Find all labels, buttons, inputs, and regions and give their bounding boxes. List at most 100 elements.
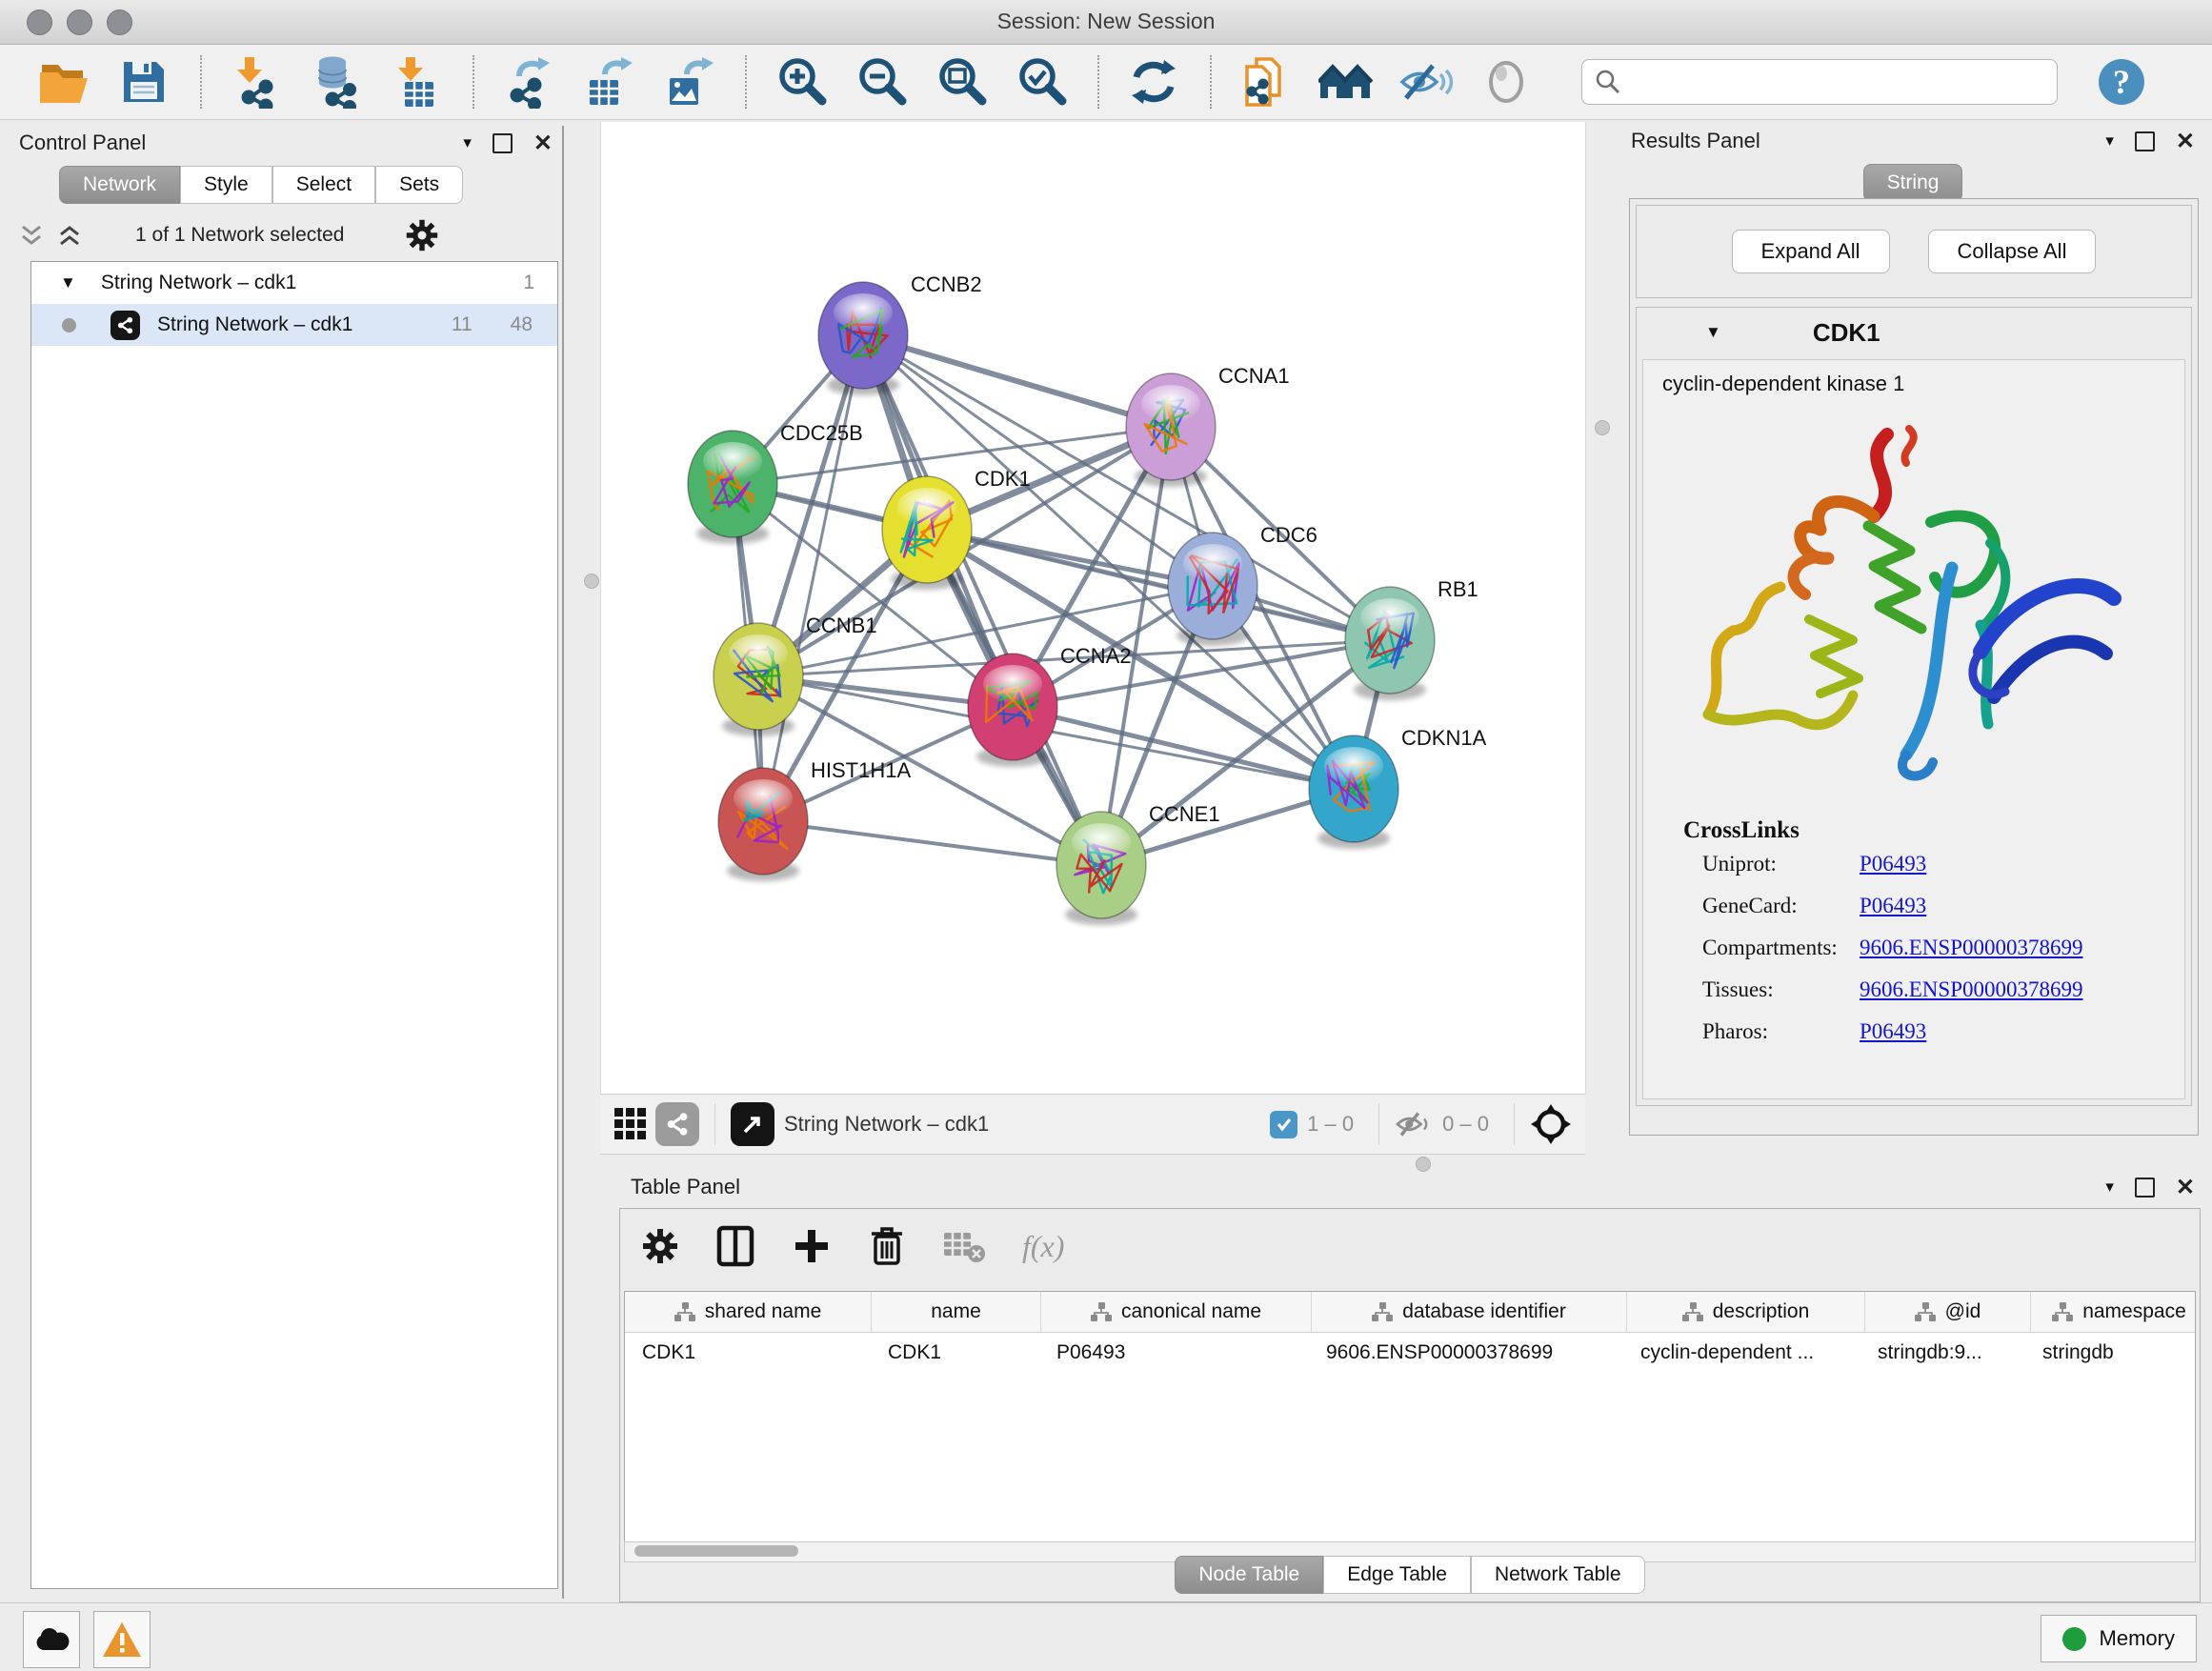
network-row-selected[interactable]: String Network – cdk1 11 48 (31, 304, 557, 346)
toolbar-search[interactable] (1581, 59, 2058, 105)
string-network-graph[interactable]: CCNB2CCNA1CDC25BCDK1CDC6RB1CCNB1CCNA2CDK… (601, 122, 1585, 1094)
expand-all-button[interactable]: Expand All (1732, 230, 1890, 273)
help-button[interactable]: ? (2092, 53, 2151, 111)
network-view-canvas[interactable]: CCNB2CCNA1CDC25BCDK1CDC6RB1CCNB1CCNA2CDK… (600, 122, 1586, 1094)
network-node-cdkn1a[interactable]: CDKN1A (1309, 726, 1487, 849)
delete-column-trash-icon[interactable] (868, 1225, 906, 1267)
first-neighbors-button[interactable] (1317, 53, 1376, 111)
export-image-button[interactable] (659, 53, 718, 111)
network-node-cdc25b[interactable]: CDC25B (688, 421, 863, 544)
show-all-button[interactable] (1477, 53, 1536, 111)
tab-string-results[interactable]: String (1863, 164, 1963, 202)
network-node-ccnb1[interactable]: CCNB1 (714, 614, 877, 736)
toolbar-separator (1210, 55, 1212, 109)
expand-all-networks-icon[interactable] (19, 224, 44, 247)
tree-expand-icon[interactable]: ▼ (60, 273, 76, 292)
float-panel-icon[interactable] (2135, 1178, 2155, 1198)
tab-edge-table[interactable]: Edge Table (1323, 1556, 1471, 1594)
tab-network-table[interactable]: Network Table (1471, 1556, 1645, 1594)
edge-CCNB2-CCNA1[interactable] (863, 335, 1171, 427)
svg-text:?: ? (2113, 63, 2130, 101)
tissues-link[interactable]: 9606.ENSP00000378699 (1860, 977, 2083, 1001)
warnings-button[interactable] (93, 1611, 151, 1668)
tab-style[interactable]: Style (180, 166, 272, 204)
edge-CCNB2-CCNE1[interactable] (863, 335, 1101, 865)
collapse-panel-icon[interactable]: ▾ (2105, 131, 2114, 151)
column-header[interactable]: @id (1865, 1292, 2031, 1332)
uniprot-link[interactable]: P06493 (1860, 852, 1926, 876)
show-columns-icon[interactable] (715, 1225, 755, 1267)
import-network-database-button[interactable] (307, 53, 366, 111)
network-node-ccne1[interactable]: CCNE1 (1056, 802, 1220, 925)
column-header[interactable]: description (1627, 1292, 1865, 1332)
grid-view-icon[interactable] (613, 1107, 648, 1141)
export-network-button[interactable] (499, 53, 558, 111)
protein-name: CDK1 (1813, 318, 1880, 348)
zoom-fit-button[interactable] (932, 53, 991, 111)
network-node-ccnb2[interactable]: CCNB2 (818, 272, 982, 395)
apply-layout-button[interactable] (1124, 53, 1183, 111)
genecard-link[interactable]: P06493 (1860, 894, 1926, 917)
horizontal-splitter-handle[interactable] (1416, 1157, 1431, 1172)
title-bar: Session: New Session (0, 0, 2212, 45)
collapse-panel-icon[interactable]: ▾ (463, 133, 472, 152)
tab-sets[interactable]: Sets (375, 166, 463, 204)
zoom-selected-button[interactable] (1012, 53, 1071, 111)
collapse-panel-icon[interactable]: ▾ (2105, 1178, 2114, 1197)
close-panel-icon[interactable]: ✕ (533, 130, 553, 157)
table-options-gear-icon[interactable] (641, 1227, 679, 1265)
float-panel-icon[interactable] (2135, 131, 2155, 151)
save-session-button[interactable] (114, 53, 173, 111)
table-row[interactable]: CDK1 CDK1 P06493 9606.ENSP00000378699 cy… (625, 1333, 2195, 1373)
main-toolbar: ? (0, 45, 2212, 120)
import-table-button[interactable] (387, 53, 446, 111)
close-panel-icon[interactable]: ✕ (2176, 128, 2195, 155)
edge-HIST1H1A-CCNE1[interactable] (763, 821, 1101, 865)
column-header[interactable]: database identifier (1312, 1292, 1627, 1332)
network-node-rb1[interactable]: RB1 (1345, 577, 1478, 700)
protein-section: ▼ CDK1 cyclin-dependent kinase 1 (1636, 307, 2192, 1106)
edge-CCNB2-HIST1H1A[interactable] (763, 335, 863, 821)
control-panel: Control Panel ▾ ✕ Network Style Select S… (10, 126, 564, 1599)
toolbar-separator (473, 55, 474, 109)
detach-view-icon[interactable] (731, 1102, 774, 1146)
tab-node-table[interactable]: Node Table (1175, 1556, 1323, 1594)
tab-network[interactable]: Network (59, 166, 180, 204)
column-header[interactable]: name (872, 1292, 1041, 1332)
zoom-out-button[interactable] (852, 53, 911, 111)
compartments-link[interactable]: 9606.ENSP00000378699 (1860, 936, 2083, 959)
collapse-all-button[interactable]: Collapse All (1928, 230, 2097, 273)
tab-select[interactable]: Select (272, 166, 375, 204)
export-table-button[interactable] (579, 53, 638, 111)
string-network-icon (111, 311, 140, 340)
memory-button[interactable]: Memory (2041, 1615, 2197, 1662)
network-collection-row[interactable]: ▼ String Network – cdk1 1 (31, 262, 557, 304)
network-node-ccna1[interactable]: CCNA1 (1126, 364, 1290, 487)
network-node-hist1h1a[interactable]: HIST1H1A (718, 758, 911, 881)
float-panel-icon[interactable] (493, 133, 513, 153)
selected-nodes-checkbox-icon[interactable] (1270, 1111, 1297, 1138)
table-header-row: shared name name canonical name database… (625, 1292, 2195, 1333)
import-network-file-button[interactable] (227, 53, 286, 111)
pharos-link[interactable]: P06493 (1860, 1019, 1926, 1043)
left-splitter-handle[interactable] (584, 574, 599, 589)
edge-CCNA2-CDKN1A[interactable] (1013, 707, 1354, 789)
zoom-in-button[interactable] (772, 53, 831, 111)
network-options-gear-icon[interactable] (405, 218, 439, 252)
open-session-button[interactable] (34, 53, 93, 111)
collapse-all-networks-icon[interactable] (57, 224, 82, 247)
close-panel-icon[interactable]: ✕ (2176, 1174, 2195, 1201)
clone-network-button[interactable] (1237, 53, 1296, 111)
search-input[interactable] (1622, 70, 2036, 94)
birdseye-crosshair-icon[interactable] (1530, 1103, 1572, 1145)
hide-selected-button[interactable] (1397, 53, 1456, 111)
right-splitter-handle[interactable] (1595, 420, 1610, 435)
column-header[interactable]: namespace (2031, 1292, 2207, 1332)
protein-section-header[interactable]: ▼ CDK1 (1637, 308, 2191, 357)
create-column-plus-icon[interactable] (792, 1226, 832, 1266)
cloud-services-button[interactable] (23, 1611, 80, 1668)
network-overview-icon[interactable] (655, 1102, 699, 1146)
column-header[interactable]: shared name (625, 1292, 872, 1332)
column-header[interactable]: canonical name (1041, 1292, 1312, 1332)
section-expand-icon[interactable]: ▼ (1705, 323, 1721, 342)
